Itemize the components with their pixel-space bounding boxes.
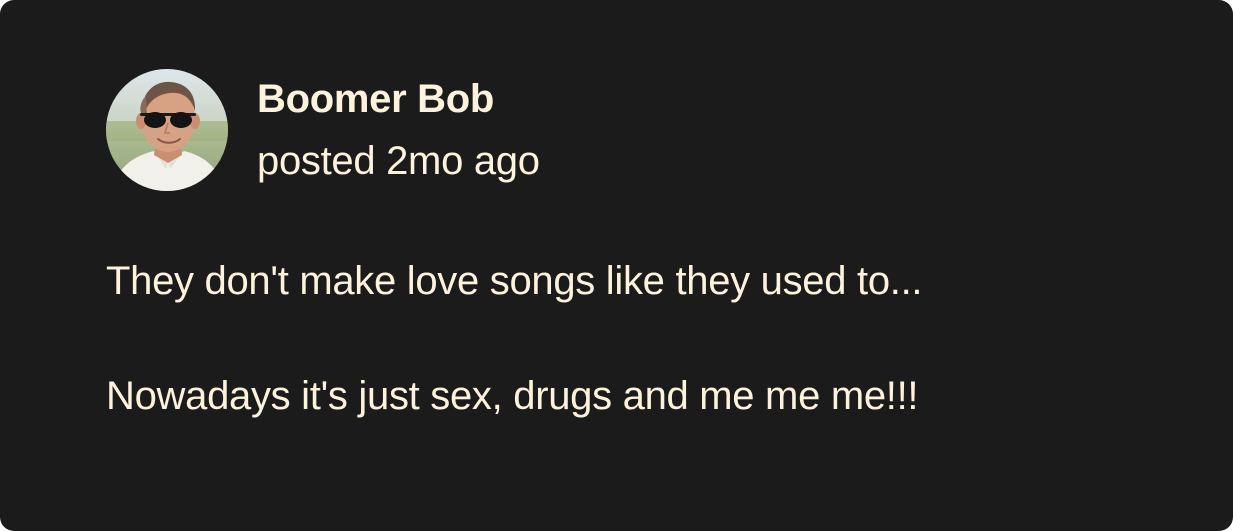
author-name[interactable]: Boomer Bob <box>257 71 540 127</box>
post-header: Boomer Bob posted 2mo ago <box>106 69 540 191</box>
post-body: They don't make love songs like they use… <box>106 252 923 425</box>
post-paragraph: They don't make love songs like they use… <box>106 259 923 303</box>
post-timestamp: posted 2mo ago <box>257 139 540 183</box>
post-meta: Boomer Bob posted 2mo ago <box>257 71 540 189</box>
avatar-photo-icon <box>106 69 228 191</box>
avatar[interactable] <box>106 69 228 191</box>
post-card: Boomer Bob posted 2mo ago They don't mak… <box>0 0 1233 531</box>
post-paragraph: Nowadays it's just sex, drugs and me me … <box>106 374 919 418</box>
